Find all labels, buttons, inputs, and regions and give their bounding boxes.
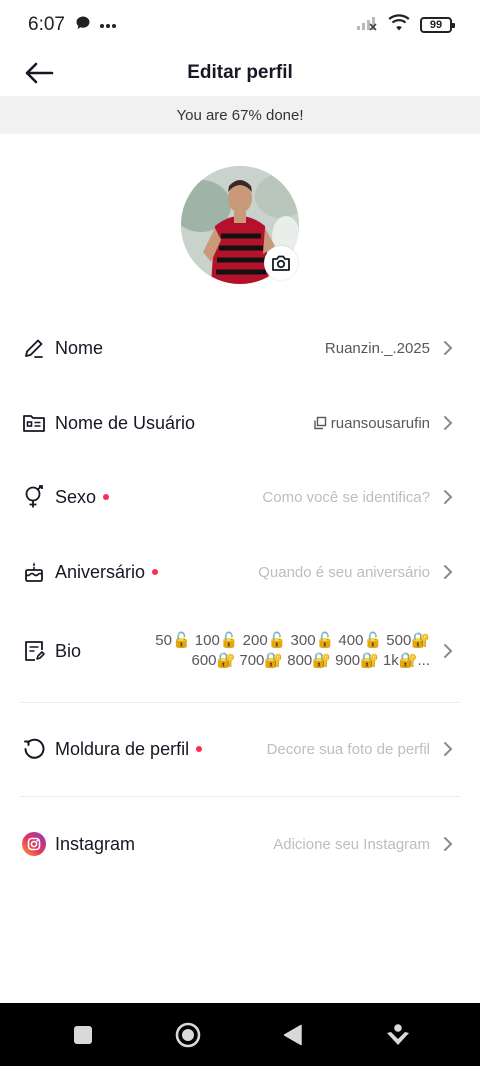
assistant-button[interactable] — [378, 1015, 418, 1055]
username-text: ruansousarufin — [330, 414, 430, 432]
chevron-right-icon — [440, 489, 456, 505]
divider — [20, 702, 460, 703]
bio-note-icon — [22, 639, 46, 663]
change-photo-button[interactable] — [264, 246, 298, 280]
copy-icon — [314, 416, 326, 430]
chevron-right-icon — [440, 741, 456, 757]
row-label: Aniversário — [55, 562, 159, 583]
id-card-icon — [22, 411, 46, 435]
back-nav-button[interactable] — [273, 1015, 313, 1055]
message-icon — [75, 15, 91, 36]
chevron-right-icon — [440, 415, 456, 431]
gender-value: Como você se identifica? — [262, 488, 430, 506]
cake-icon — [22, 560, 46, 584]
gender-icon — [22, 485, 46, 509]
row-birthday[interactable]: Aniversário Quando é seu aniversário — [0, 552, 480, 592]
bio-line-2: 600🔐 700🔐 800🔐 900🔐 1k🔐... — [191, 652, 430, 669]
instagram-value: Adicione seu Instagram — [273, 835, 430, 853]
required-dot — [103, 494, 110, 500]
battery-indicator: 99 — [420, 17, 455, 33]
row-gender[interactable]: Sexo Como você se identifica? — [0, 477, 480, 517]
camera-icon — [272, 255, 290, 271]
home-icon — [175, 1022, 200, 1047]
chevron-right-icon — [440, 564, 456, 580]
pencil-icon — [22, 336, 46, 360]
progress-banner: You are 67% done! — [0, 96, 480, 134]
wifi-icon — [388, 13, 410, 37]
chevron-right-icon — [440, 340, 456, 356]
row-name[interactable]: Nome Ruanzin._.2025 — [0, 328, 480, 368]
status-bar: 6:07 99 — [0, 0, 480, 50]
birthday-value: Quando é seu aniversário — [258, 563, 430, 581]
row-bio[interactable]: Bio 50🔓 100🔓 200🔓 300🔓 400🔓 500🔐 600🔐 70… — [0, 630, 480, 672]
row-label: Bio — [55, 640, 82, 661]
username-value: ruansousarufin — [313, 415, 430, 432]
recent-apps-icon — [73, 1025, 92, 1044]
frame-circle-icon — [22, 737, 46, 761]
bio-line-1: 50🔓 100🔓 200🔓 300🔓 400🔓 500🔐 — [155, 632, 430, 649]
row-label: Nome — [55, 337, 104, 358]
name-value: Ruanzin._.2025 — [324, 339, 430, 357]
page-title: Editar perfil — [187, 62, 293, 83]
row-label: Nome de Usuário — [55, 412, 196, 433]
instagram-icon — [22, 832, 46, 856]
row-profile-frame[interactable]: Moldura de perfil Decore sua foto de per… — [0, 729, 480, 769]
system-nav-bar — [0, 1003, 480, 1066]
required-dot — [196, 746, 203, 752]
home-button[interactable] — [168, 1015, 208, 1055]
assistant-icon — [386, 1023, 409, 1045]
divider — [20, 796, 460, 797]
chevron-right-icon — [440, 643, 456, 659]
back-triangle-icon — [283, 1024, 302, 1045]
more-dots-icon — [99, 16, 117, 34]
row-instagram[interactable]: Instagram Adicione seu Instagram — [0, 824, 480, 864]
back-button[interactable] — [22, 56, 56, 90]
required-dot — [152, 569, 159, 575]
chevron-right-icon — [440, 836, 456, 852]
arrow-left-icon — [25, 62, 54, 84]
status-time: 6:07 — [28, 14, 65, 35]
row-label: Sexo — [55, 487, 110, 508]
signal-off-icon — [356, 15, 378, 36]
header: Editar perfil — [0, 50, 480, 96]
frame-value: Decore sua foto de perfil — [266, 740, 430, 758]
row-label: Moldura de perfil — [55, 739, 203, 760]
row-label: Instagram — [55, 833, 136, 854]
recent-apps-button[interactable] — [63, 1015, 103, 1055]
row-username[interactable]: Nome de Usuário ruansousarufin — [0, 403, 480, 443]
avatar-section — [181, 166, 299, 284]
bio-value: 50🔓 100🔓 200🔓 300🔓 400🔓 500🔐 600🔐 700🔐 8… — [130, 631, 430, 671]
